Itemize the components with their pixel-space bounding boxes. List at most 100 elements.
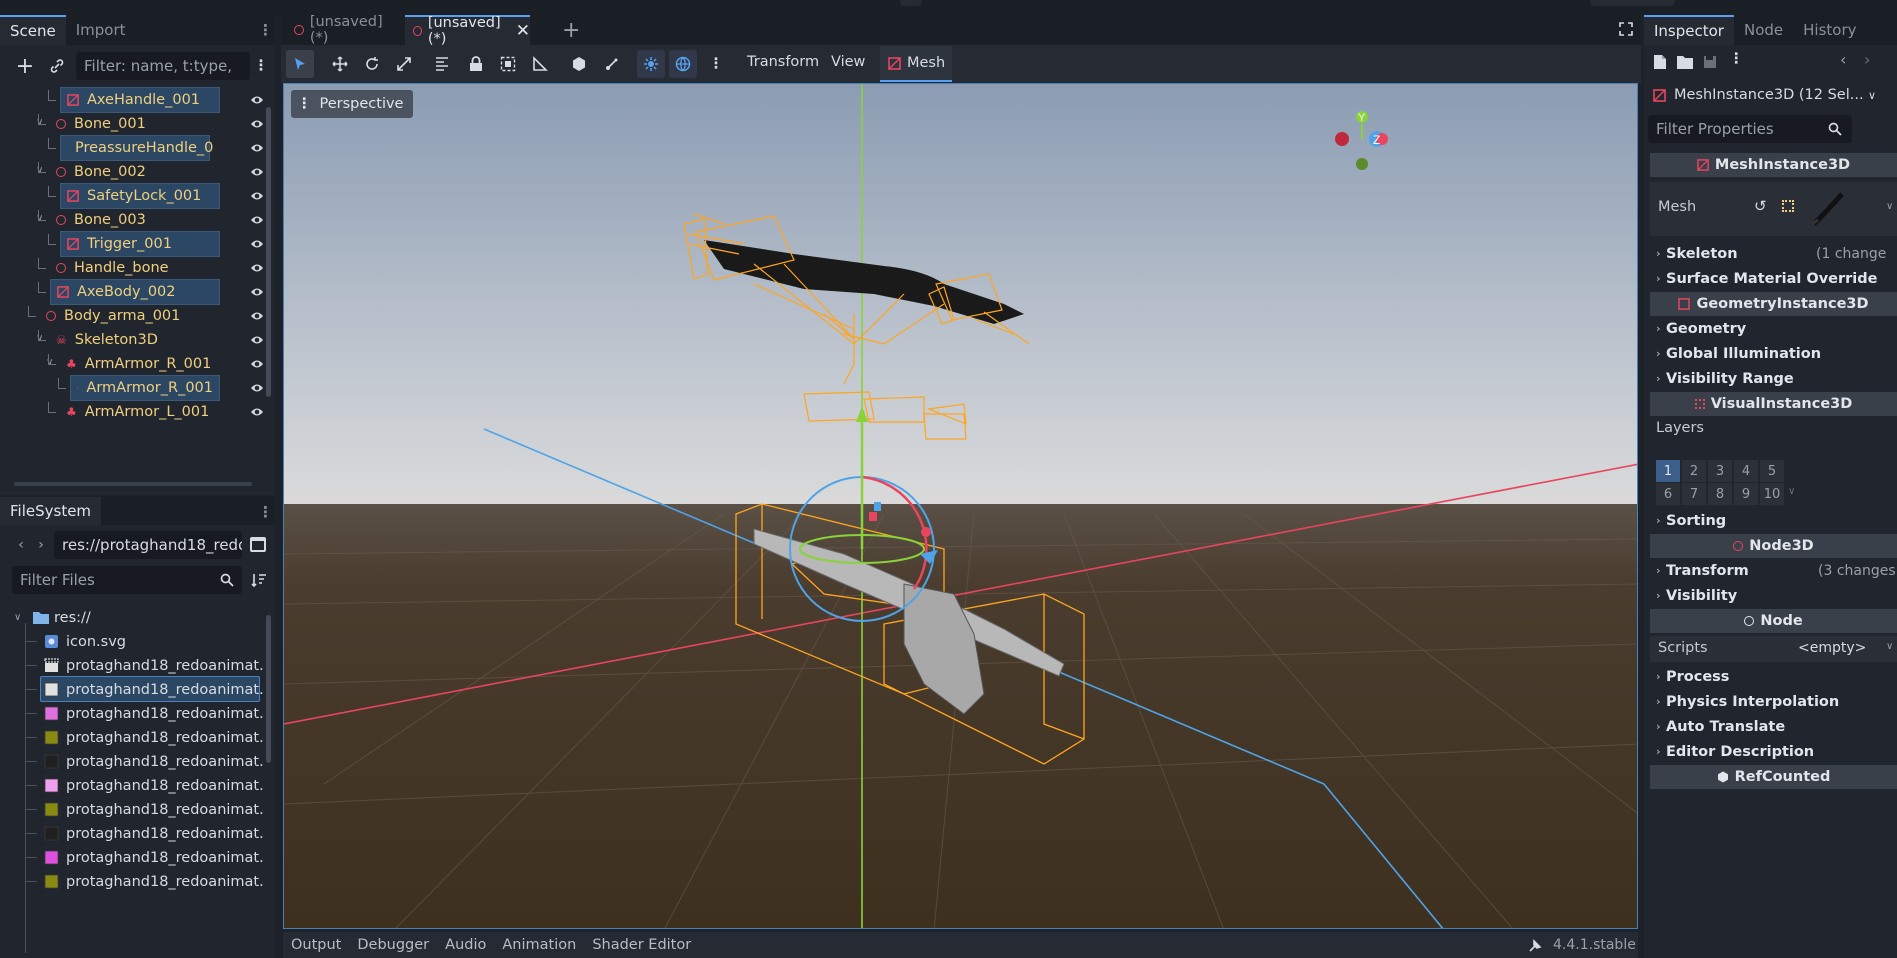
scene-filter-menu-icon[interactable]: ⋮	[252, 53, 270, 79]
scene-filter-input[interactable]: Filter: name, t:type,	[76, 52, 250, 80]
visibility-eye-icon[interactable]	[250, 213, 264, 227]
section-skeleton[interactable]: › Skeleton (1 change	[1650, 241, 1897, 266]
section-visibility[interactable]: › Visibility	[1650, 583, 1897, 608]
visibility-eye-icon[interactable]	[250, 165, 264, 179]
layer-toggle[interactable]: 4	[1734, 460, 1758, 482]
bottom-tab-audio[interactable]: Audio	[437, 937, 494, 953]
layer-toggle[interactable]: 2	[1682, 460, 1706, 482]
section-editor-description[interactable]: › Editor Description	[1650, 739, 1897, 764]
add-tab-icon[interactable]: +	[562, 18, 580, 43]
select-tool-icon[interactable]	[286, 50, 314, 78]
tab-filesystem[interactable]: FileSystem	[0, 497, 102, 525]
plane-handle[interactable]	[869, 512, 877, 521]
sun-toggle-icon[interactable]	[637, 50, 665, 78]
history-forward-icon[interactable]: ›	[1864, 50, 1870, 69]
section-auto-translate[interactable]: › Auto Translate	[1650, 714, 1897, 739]
scene-dock-menu-icon[interactable]: ⋮	[258, 21, 273, 39]
visibility-eye-icon[interactable]	[250, 357, 264, 371]
visibility-eye-icon[interactable]	[250, 141, 264, 155]
inspector-menu-icon[interactable]: ⋮	[1729, 51, 1744, 67]
scene-tab-2[interactable]: [unsaved](*) ✕	[405, 15, 530, 47]
filesystem-scrollbar[interactable]	[266, 615, 271, 763]
forward-icon[interactable]: ›	[34, 534, 48, 556]
visibility-eye-icon[interactable]	[250, 117, 264, 131]
visibility-eye-icon[interactable]	[250, 237, 264, 251]
scene-tab-1[interactable]: [unsaved](*)	[284, 14, 399, 46]
perspective-button[interactable]: ⋮ Perspective	[291, 90, 414, 118]
link-icon[interactable]	[46, 53, 68, 79]
close-icon[interactable]: ✕	[516, 21, 530, 41]
visibility-eye-icon[interactable]	[250, 261, 264, 275]
bottom-tab-shader-editor[interactable]: Shader Editor	[584, 937, 699, 953]
section-transform[interactable]: › Transform (3 changes	[1650, 558, 1897, 583]
filter-properties-input[interactable]: Filter Properties	[1648, 115, 1852, 143]
section-sorting[interactable]: › Sorting	[1650, 508, 1897, 533]
layer-toggle[interactable]: 3	[1708, 460, 1732, 482]
visibility-eye-icon[interactable]	[250, 309, 264, 323]
toolbar-more-icon[interactable]: ⋮	[702, 50, 730, 78]
filesystem-path-input[interactable]: res://protaghand18_redoa	[54, 531, 242, 559]
layer-toggle[interactable]: 8	[1708, 483, 1732, 505]
chevron-down-icon[interactable]: ∨	[14, 612, 21, 623]
ruler-icon[interactable]	[526, 50, 554, 78]
gizmo-x-icon[interactable]	[1335, 132, 1349, 146]
layer-toggle[interactable]: 1	[1656, 460, 1680, 482]
split-view-icon[interactable]	[250, 537, 266, 552]
bottom-tab-animation[interactable]: Animation	[494, 937, 584, 953]
filesystem-filter-input[interactable]: Filter Files	[12, 566, 242, 594]
section-geometry[interactable]: › Geometry	[1650, 316, 1897, 341]
scripts-value[interactable]: <empty>	[1798, 640, 1866, 656]
section-process[interactable]: › Process	[1650, 664, 1897, 689]
visibility-eye-icon[interactable]	[250, 381, 264, 395]
scene-node-bone-attach[interactable]: ♣ ArmArmor_L_001	[60, 399, 215, 425]
chevron-down-icon[interactable]: ∨	[1886, 201, 1893, 212]
chevron-down-icon[interactable]: ∨	[1886, 641, 1893, 652]
filesystem-menu-icon[interactable]: ⋮	[258, 503, 273, 521]
add-node-icon[interactable]: +	[14, 53, 36, 79]
visibility-eye-icon[interactable]	[250, 405, 264, 419]
list-select-icon[interactable]	[428, 50, 456, 78]
layer-toggle[interactable]: 10	[1760, 483, 1784, 505]
multi-edit-icon[interactable]	[1782, 200, 1794, 212]
layer-toggle[interactable]: 7	[1682, 483, 1706, 505]
visibility-eye-icon[interactable]	[250, 93, 264, 107]
group-icon[interactable]	[494, 50, 522, 78]
tab-inspector[interactable]: Inspector	[1644, 15, 1734, 45]
layers-dropdown-icon[interactable]: ∨	[1788, 486, 1795, 497]
tab-history[interactable]: History	[1793, 15, 1866, 45]
section-global-illumination[interactable]: › Global Illumination	[1650, 341, 1897, 366]
layers-menu-icon[interactable]: ⋮	[1892, 466, 1897, 482]
rotate-tool-icon[interactable]	[358, 50, 386, 78]
revert-icon[interactable]: ↺	[1754, 197, 1767, 215]
layer-toggle[interactable]: 6	[1656, 483, 1680, 505]
move-tool-icon[interactable]	[326, 50, 354, 78]
mesh-preview-icon[interactable]	[1808, 190, 1848, 228]
sort-icon[interactable]	[250, 569, 268, 591]
scene-tree-hscrollbar[interactable]	[14, 482, 252, 486]
lock-icon[interactable]	[462, 50, 490, 78]
new-resource-icon[interactable]	[1653, 54, 1667, 70]
mesh-menu[interactable]: Mesh	[880, 46, 952, 82]
bottom-tab-output[interactable]: Output	[283, 937, 349, 953]
back-icon[interactable]: ‹	[14, 534, 28, 556]
bottom-tab-debugger[interactable]: Debugger	[349, 937, 437, 953]
layer-toggle[interactable]: 5	[1760, 460, 1784, 482]
tab-scene[interactable]: Scene	[0, 15, 66, 45]
section-surface-material-override[interactable]: › Surface Material Override	[1650, 266, 1897, 291]
environment-toggle-icon[interactable]	[669, 50, 697, 78]
visibility-eye-icon[interactable]	[250, 333, 264, 347]
tab-node[interactable]: Node	[1734, 15, 1793, 45]
scale-tool-icon[interactable]	[390, 50, 418, 78]
view-menu[interactable]: View	[831, 54, 865, 70]
gizmo-neg-y-icon[interactable]	[1356, 158, 1368, 170]
scene-tree-scrollbar[interactable]	[266, 107, 271, 397]
snap-icon[interactable]	[598, 50, 626, 78]
fullscreen-icon[interactable]	[1619, 22, 1633, 36]
history-back-icon[interactable]: ‹	[1840, 50, 1846, 69]
section-physics-interpolation[interactable]: › Physics Interpolation	[1650, 689, 1897, 714]
pin-icon[interactable]	[1528, 939, 1542, 953]
visibility-eye-icon[interactable]	[250, 189, 264, 203]
layer-toggle[interactable]: 9	[1734, 483, 1758, 505]
object-selector[interactable]: MeshInstance3D (12 Sel... ∨	[1648, 81, 1897, 109]
move-gizmo-x-head[interactable]	[921, 527, 931, 537]
